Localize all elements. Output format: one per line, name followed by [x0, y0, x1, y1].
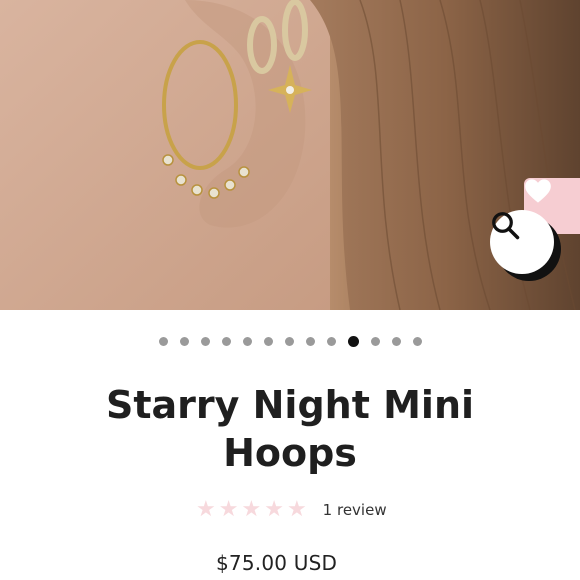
product-price: $75.00 USD	[216, 551, 338, 575]
heart-icon	[525, 179, 551, 203]
star-icon: ★	[241, 497, 262, 522]
review-count-link[interactable]: 1 review	[323, 501, 387, 519]
gallery-dot[interactable]	[158, 336, 168, 346]
rating-stars: ★ ★ ★ ★ ★	[196, 497, 307, 523]
star-icon: ★	[286, 497, 307, 522]
gallery-dot[interactable]	[284, 336, 294, 346]
gallery-dot[interactable]	[179, 336, 189, 346]
gallery-dot[interactable]	[326, 336, 336, 346]
product-image[interactable]	[0, 0, 580, 310]
gallery-dot[interactable]	[242, 336, 252, 346]
gallery-dot[interactable]	[200, 336, 210, 346]
magnifier-icon	[492, 212, 520, 240]
zoom-button[interactable]	[490, 210, 554, 274]
gallery-dot[interactable]	[347, 335, 359, 347]
gallery-dot[interactable]	[370, 336, 380, 346]
rating-row: ★ ★ ★ ★ ★ 1 review	[196, 497, 387, 523]
gallery-dot[interactable]	[305, 336, 315, 346]
product-photo	[0, 0, 580, 310]
gallery-dot[interactable]	[391, 336, 401, 346]
gallery-dot[interactable]	[263, 336, 273, 346]
star-icon: ★	[218, 497, 239, 522]
product-title: Starry Night Mini Hoops	[105, 383, 475, 475]
gallery-dot[interactable]	[221, 336, 231, 346]
gallery-pagination	[0, 335, 580, 347]
star-icon: ★	[264, 497, 284, 522]
gallery-dot[interactable]	[412, 336, 422, 346]
star-icon: ★	[196, 497, 216, 522]
